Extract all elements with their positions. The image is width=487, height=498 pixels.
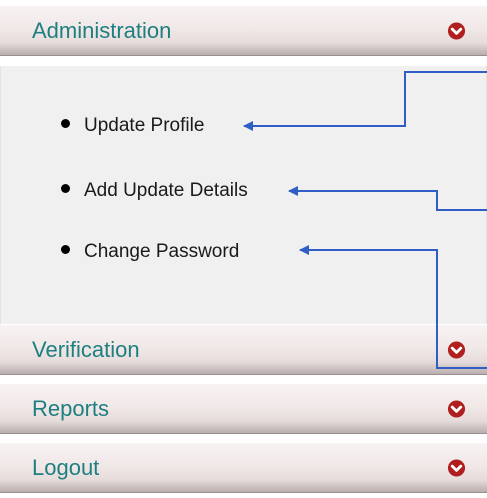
bullet-icon (61, 184, 70, 194)
section-label-logout: Logout (32, 454, 100, 480)
menu-item-label: Update Profile (84, 115, 205, 136)
menu-item-add-update-details[interactable]: Add Update Details (61, 180, 248, 202)
menu-item-label: Add Update Details (84, 180, 248, 201)
section-header-reports[interactable]: Reports (0, 384, 487, 434)
menu-item-update-profile[interactable]: Update Profile (61, 115, 204, 137)
bullet-icon (61, 119, 70, 129)
section-header-logout[interactable]: Logout (0, 443, 487, 493)
section-label-reports: Reports (32, 395, 110, 421)
accordion-menu: Administration Update Profile Add Update… (0, 0, 487, 498)
chevron-down-circle-icon[interactable] (447, 458, 466, 477)
chevron-down-circle-icon[interactable] (447, 21, 466, 40)
bullet-icon (61, 245, 70, 255)
section-label-verification: Verification (32, 336, 140, 362)
section-header-verification[interactable]: Verification (0, 325, 487, 375)
administration-panel: Update Profile Add Update Details Change… (0, 66, 487, 324)
chevron-down-circle-icon[interactable] (447, 340, 466, 359)
section-label-administration: Administration (32, 17, 172, 43)
chevron-down-circle-icon[interactable] (447, 399, 466, 418)
section-header-administration[interactable]: Administration (0, 6, 487, 56)
menu-item-label: Change Password (84, 241, 240, 262)
menu-item-change-password[interactable]: Change Password (61, 241, 239, 263)
